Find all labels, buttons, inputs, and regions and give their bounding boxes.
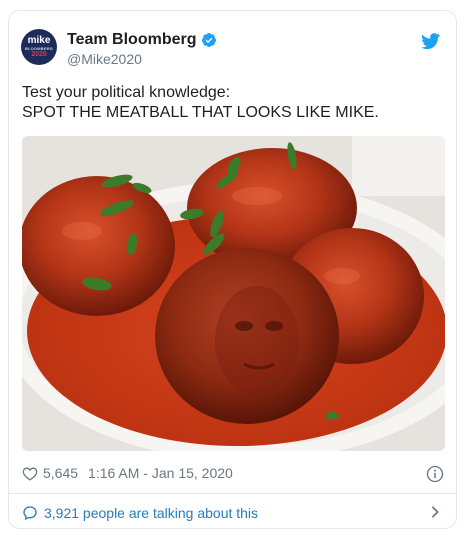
tweet-text-line-1: Test your political knowledge: xyxy=(22,84,231,101)
info-icon[interactable] xyxy=(426,465,444,483)
name-row: Team Bloomberg xyxy=(67,31,217,49)
tweet-media-photo[interactable] xyxy=(22,136,445,451)
tweet-card: mike BLOOMBERG 2020 Team Bloomberg @Mike… xyxy=(8,10,457,529)
tweet-timestamp[interactable]: 1:16 AM - Jan 15, 2020 xyxy=(88,465,233,481)
avatar-text-bottom: 2020 xyxy=(31,51,47,58)
like-count[interactable]: 5,645 xyxy=(43,465,78,481)
account-handle[interactable]: @Mike2020 xyxy=(67,51,142,67)
heart-icon[interactable] xyxy=(22,466,38,481)
tweet-meta: 5,645 1:16 AM - Jan 15, 2020 xyxy=(22,463,444,483)
tweet-text-line-2: SPOT THE MEATBALL THAT LOOKS LIKE MIKE. xyxy=(22,104,379,121)
divider xyxy=(9,493,456,494)
talking-text[interactable]: 3,921 people are talking about this xyxy=(44,505,258,521)
tweet-header: mike BLOOMBERG 2020 Team Bloomberg @Mike… xyxy=(21,29,444,69)
conversation-link[interactable]: 3,921 people are talking about this xyxy=(22,502,444,524)
tweet-text: Test your political knowledge: SPOT THE … xyxy=(22,83,442,123)
twitter-bird-icon[interactable] xyxy=(421,33,440,49)
avatar-text-top: mike xyxy=(27,35,51,46)
chevron-right-icon[interactable] xyxy=(430,505,440,519)
display-name[interactable]: Team Bloomberg xyxy=(67,31,197,49)
speech-bubble-icon xyxy=(23,506,37,521)
avatar[interactable]: mike BLOOMBERG 2020 xyxy=(21,29,57,65)
verified-badge-icon xyxy=(201,33,216,47)
meatballs-photo-icon xyxy=(22,136,445,451)
